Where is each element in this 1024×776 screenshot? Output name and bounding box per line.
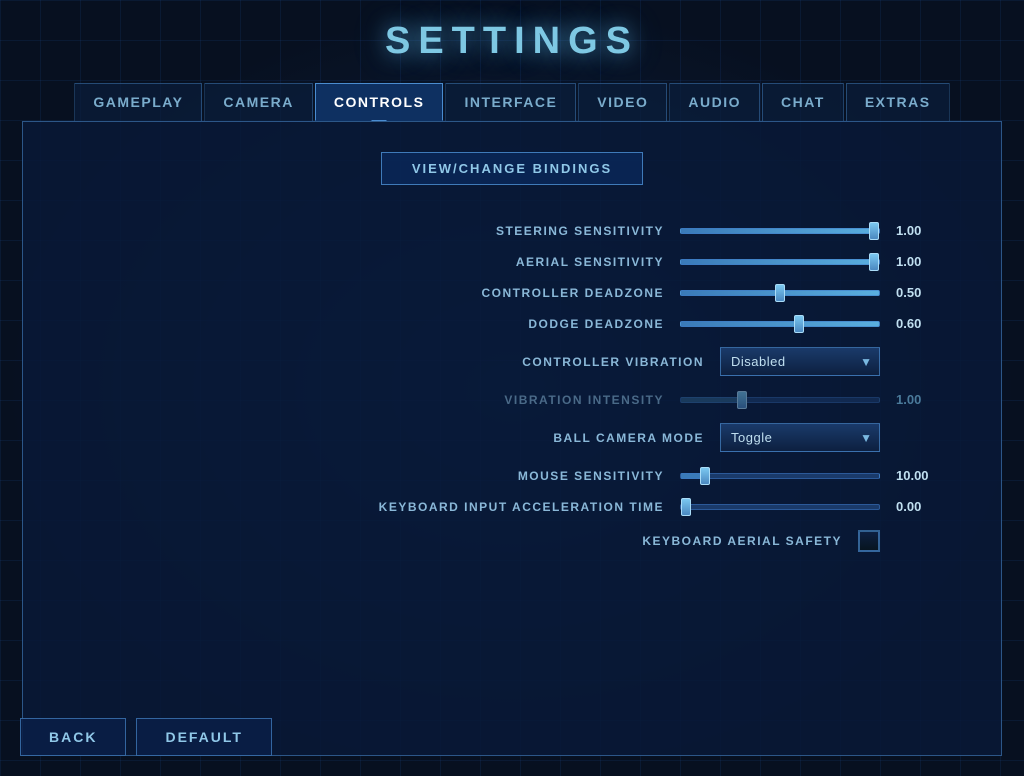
setting-row-controller-deadzone: CONTROLLER DEADZONE 0.50 [83,277,941,308]
tab-gameplay[interactable]: GAMEPLAY [74,83,202,121]
steering-sensitivity-label: STEERING SENSITIVITY [384,224,664,238]
setting-row-steering-sensitivity: STEERING SENSITIVITY 1.00 [83,215,941,246]
mouse-sensitivity-label: MOUSE SENSITIVITY [384,469,664,483]
tab-video[interactable]: VIDEO [578,83,667,121]
ball-camera-mode-dropdown-wrapper: Toggle Hold ▼ [720,423,880,452]
controller-deadzone-slider[interactable] [680,290,880,296]
default-button[interactable]: DEFAULT [136,718,272,756]
steering-sensitivity-slider[interactable] [680,228,880,234]
setting-row-controller-vibration: CONTROLLER VIBRATION Disabled Enabled ▼ [83,339,941,384]
controller-deadzone-label: CONTROLLER DEADZONE [384,286,664,300]
keyboard-acceleration-label: KEYBOARD INPUT ACCELERATION TIME [379,500,664,514]
setting-row-mouse-sensitivity: MOUSE SENSITIVITY 10.00 [83,460,941,491]
tabs-row: GAMEPLAY CAMERA CONTROLS INTERFACE VIDEO… [74,83,949,121]
setting-row-vibration-intensity: VIBRATION INTENSITY 1.00 [83,384,941,415]
controller-vibration-dropdown[interactable]: Disabled Enabled [720,347,880,376]
keyboard-acceleration-slider[interactable] [680,504,880,510]
setting-row-ball-camera-mode: BALL CAMERA MODE Toggle Hold ▼ [83,415,941,460]
aerial-sensitivity-slider[interactable] [680,259,880,265]
vibration-intensity-label: VIBRATION INTENSITY [384,393,664,407]
main-panel: VIEW/CHANGE BINDINGS STEERING SENSITIVIT… [22,121,1002,756]
dodge-deadzone-label: DODGE DEADZONE [384,317,664,331]
bottom-bar: BACK DEFAULT [20,718,272,756]
vibration-intensity-value: 1.00 [896,392,941,407]
tab-camera[interactable]: CAMERA [204,83,312,121]
dodge-deadzone-value: 0.60 [896,316,941,331]
setting-row-aerial-sensitivity: AERIAL SENSITIVITY 1.00 [83,246,941,277]
tab-interface[interactable]: INTERFACE [445,83,576,121]
steering-sensitivity-value: 1.00 [896,223,941,238]
tab-controls[interactable]: CONTROLS [315,83,444,121]
tab-extras[interactable]: EXTRAS [846,83,950,121]
keyboard-aerial-safety-checkbox[interactable] [858,530,880,552]
vibration-intensity-slider[interactable] [680,397,880,403]
ball-camera-mode-label: BALL CAMERA MODE [424,431,704,445]
ball-camera-mode-dropdown[interactable]: Toggle Hold [720,423,880,452]
keyboard-aerial-safety-label: KEYBOARD AERIAL SAFETY [562,534,842,548]
keyboard-acceleration-value: 0.00 [896,499,941,514]
controller-deadzone-value: 0.50 [896,285,941,300]
controller-vibration-label: CONTROLLER VIBRATION [424,355,704,369]
setting-row-keyboard-acceleration: KEYBOARD INPUT ACCELERATION TIME 0.00 [83,491,941,522]
mouse-sensitivity-value: 10.00 [896,468,941,483]
tab-audio[interactable]: AUDIO [669,83,760,121]
view-change-bindings-button[interactable]: VIEW/CHANGE BINDINGS [381,152,643,185]
dodge-deadzone-slider[interactable] [680,321,880,327]
mouse-sensitivity-slider[interactable] [680,473,880,479]
tab-chat[interactable]: CHAT [762,83,844,121]
back-button[interactable]: BACK [20,718,126,756]
page-title: SETTINGS [385,20,639,63]
aerial-sensitivity-label: AERIAL SENSITIVITY [384,255,664,269]
setting-row-dodge-deadzone: DODGE DEADZONE 0.60 [83,308,941,339]
settings-area: STEERING SENSITIVITY 1.00 AERIAL SENSITI… [83,215,941,560]
aerial-sensitivity-value: 1.00 [896,254,941,269]
controller-vibration-dropdown-wrapper: Disabled Enabled ▼ [720,347,880,376]
setting-row-keyboard-aerial-safety: KEYBOARD AERIAL SAFETY [83,522,941,560]
